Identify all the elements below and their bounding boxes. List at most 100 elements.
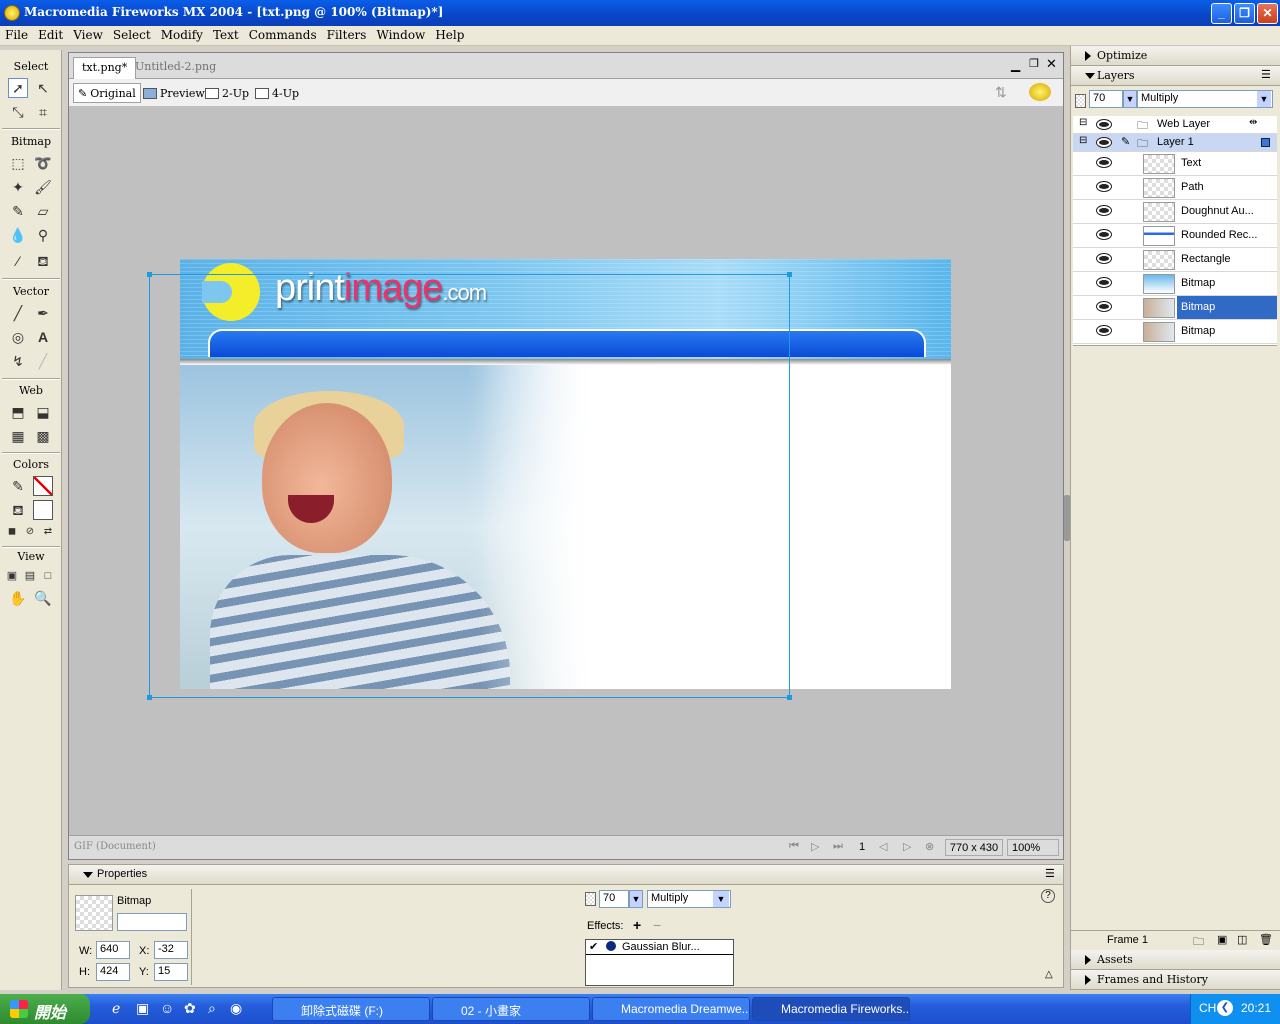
collapse-web-layer-icon[interactable]: ⊟ <box>1079 117 1087 128</box>
standard-screen-mode-icon[interactable]: ▣ <box>2 566 22 586</box>
view-4up-button[interactable]: 4-Up <box>251 83 303 103</box>
minimize-button[interactable]: _ <box>1211 3 1232 24</box>
frames-history-panel-header[interactable]: Frames and History <box>1071 970 1280 990</box>
selection-handle[interactable] <box>787 272 792 277</box>
desktop-quicklaunch-icon[interactable]: ▣ <box>136 1000 149 1017</box>
eraser-tool-icon[interactable]: ▱ <box>33 201 53 221</box>
x-field[interactable]: -32 <box>154 941 188 959</box>
menu-window[interactable]: Window <box>371 26 430 44</box>
layer-blend-dropdown-icon[interactable]: ▼ <box>1257 91 1271 107</box>
eye-icon[interactable] <box>1097 326 1111 335</box>
fireworks-logo-icon[interactable] <box>1029 83 1051 101</box>
show-slices-icon[interactable]: ▩ <box>33 426 53 446</box>
layer-object-row[interactable]: Path <box>1073 176 1277 200</box>
eye-icon[interactable] <box>1097 158 1111 167</box>
knife-tool-icon[interactable]: ╱ <box>33 351 53 371</box>
last-frame-icon[interactable]: ⏭ <box>833 840 843 853</box>
effect-info-icon[interactable] <box>606 941 616 951</box>
brush-tool-icon[interactable]: 🖌 <box>33 177 53 197</box>
layer-opacity-field[interactable]: 70 <box>1089 90 1123 108</box>
collapse-properties-icon[interactable]: △ <box>1045 969 1053 980</box>
eye-icon[interactable] <box>1097 182 1111 191</box>
next-frame-icon[interactable]: ▷ <box>903 840 911 853</box>
full-screen-mode-icon[interactable]: □ <box>38 566 58 586</box>
eye-icon[interactable] <box>1097 138 1111 147</box>
tab-untitled-2[interactable]: Untitled-2.png <box>127 57 224 79</box>
selection-handle[interactable] <box>147 272 152 277</box>
stop-icon[interactable]: ⊗ <box>925 840 934 853</box>
layers-panel-header[interactable]: Layers ☰ <box>1071 66 1280 86</box>
layer-object-row[interactable]: Bitmap <box>1073 320 1277 344</box>
layer-1-row[interactable]: ⊟ ✎ 🗀 Layer 1 <box>1073 134 1277 152</box>
canvas-size[interactable]: 770 x 430 <box>945 839 1003 856</box>
task-removable-disk[interactable]: 卸除式磁碟 (F:) <box>272 997 430 1021</box>
menu-view[interactable]: View <box>68 26 108 44</box>
collapse-layer-1-icon[interactable]: ⊟ <box>1079 135 1087 146</box>
messenger-quicklaunch-icon[interactable]: ☺ <box>160 1000 174 1016</box>
menu-modify[interactable]: Modify <box>156 26 208 44</box>
opacity-dropdown-icon[interactable]: ▼ <box>629 890 643 908</box>
maximize-button[interactable]: ❐ <box>1234 3 1255 24</box>
menu-commands[interactable]: Commands <box>244 26 322 44</box>
y-field[interactable]: 15 <box>154 963 188 981</box>
full-screen-menus-mode-icon[interactable]: ▤ <box>20 566 40 586</box>
paint-bucket-tool-icon[interactable]: ⛾ <box>33 251 53 271</box>
optimize-panel-header[interactable]: Optimize <box>1071 46 1280 66</box>
first-frame-icon[interactable]: ⏮ <box>789 840 799 853</box>
blur-tool-icon[interactable]: 💧 <box>8 225 28 245</box>
layers-options-icon[interactable]: ☰ <box>1261 68 1271 81</box>
menu-file[interactable]: File <box>0 26 33 44</box>
eye-icon[interactable] <box>1097 302 1111 311</box>
doc-close-icon[interactable]: ✕ <box>1046 56 1057 72</box>
height-field[interactable]: 424 <box>96 963 130 981</box>
fill-color-swatch[interactable] <box>33 500 53 520</box>
layer-object-row[interactable]: Text <box>1073 152 1277 176</box>
eye-icon[interactable] <box>1097 120 1111 129</box>
eyedropper-tool-icon[interactable]: ⁄ <box>8 251 28 271</box>
rubber-stamp-tool-icon[interactable]: ⚲ <box>33 225 53 245</box>
no-color-icon[interactable]: ⊘ <box>20 522 40 542</box>
effect-row[interactable]: ✔ Gaussian Blur... <box>586 940 733 955</box>
quick-export-icon[interactable]: ⇅ <box>995 84 1007 101</box>
share-layer-icon[interactable]: ⇹ <box>1249 117 1257 128</box>
width-field[interactable]: 640 <box>96 941 130 959</box>
hide-slices-icon[interactable]: ▦ <box>8 426 28 446</box>
stroke-color-swatch[interactable] <box>33 476 53 496</box>
marquee-tool-icon[interactable]: ⬚ <box>8 153 28 173</box>
selection-handle[interactable] <box>147 695 152 700</box>
blend-dropdown-icon[interactable]: ▼ <box>713 891 729 907</box>
lasso-tool-icon[interactable]: ➰ <box>33 153 53 173</box>
task-fireworks[interactable]: Macromedia Fireworks... <box>752 997 910 1021</box>
layer-object-row[interactable]: Doughnut Au... <box>1073 200 1277 224</box>
fill-color-icon[interactable]: ⛾ <box>8 500 28 520</box>
text-tool-icon[interactable]: A <box>33 327 53 347</box>
crop-tool-icon[interactable]: ⌗ <box>33 102 53 122</box>
freeform-tool-icon[interactable]: ↯ <box>8 351 28 371</box>
default-colors-icon[interactable]: ◼ <box>2 522 22 542</box>
assets-panel-header[interactable]: Assets <box>1071 950 1280 970</box>
view-original-button[interactable]: ✎ Original <box>73 83 141 103</box>
menu-text[interactable]: Text <box>208 26 244 44</box>
new-bitmap-icon[interactable]: ▣ <box>1217 933 1227 946</box>
view-2up-button[interactable]: 2-Up <box>201 83 253 103</box>
swap-colors-icon[interactable]: ⇄ <box>38 522 58 542</box>
pencil-tool-icon[interactable]: ✎ <box>8 201 28 221</box>
eye-icon[interactable] <box>1097 230 1111 239</box>
ellipse-tool-icon[interactable]: ◎ <box>8 327 28 347</box>
search-quicklaunch-icon[interactable]: ⌕ <box>208 1000 216 1017</box>
close-button[interactable]: ✕ <box>1257 3 1278 24</box>
app-quicklaunch-icon[interactable]: ✿ <box>184 1000 196 1017</box>
subselection-tool-icon[interactable]: ↖ <box>33 78 53 98</box>
line-tool-icon[interactable]: ╱ <box>8 303 28 323</box>
options-menu-icon[interactable]: ☰ <box>1045 867 1055 880</box>
hand-tool-icon[interactable]: ✋ <box>8 588 28 608</box>
view-preview-button[interactable]: Preview <box>139 83 209 103</box>
menu-edit[interactable]: Edit <box>33 26 68 44</box>
pointer-tool-icon[interactable]: ➚ <box>8 78 28 98</box>
stroke-color-icon[interactable]: ✎ <box>8 476 28 496</box>
help-icon[interactable]: ? <box>1041 889 1055 903</box>
zoom-level[interactable]: 100% <box>1007 839 1059 856</box>
slice-tool-icon[interactable]: ⬓ <box>33 402 53 422</box>
web-layer-row[interactable]: ⊟ 🗀 Web Layer ⇹ <box>1073 116 1277 134</box>
add-mask-icon[interactable]: ◫ <box>1237 933 1247 946</box>
